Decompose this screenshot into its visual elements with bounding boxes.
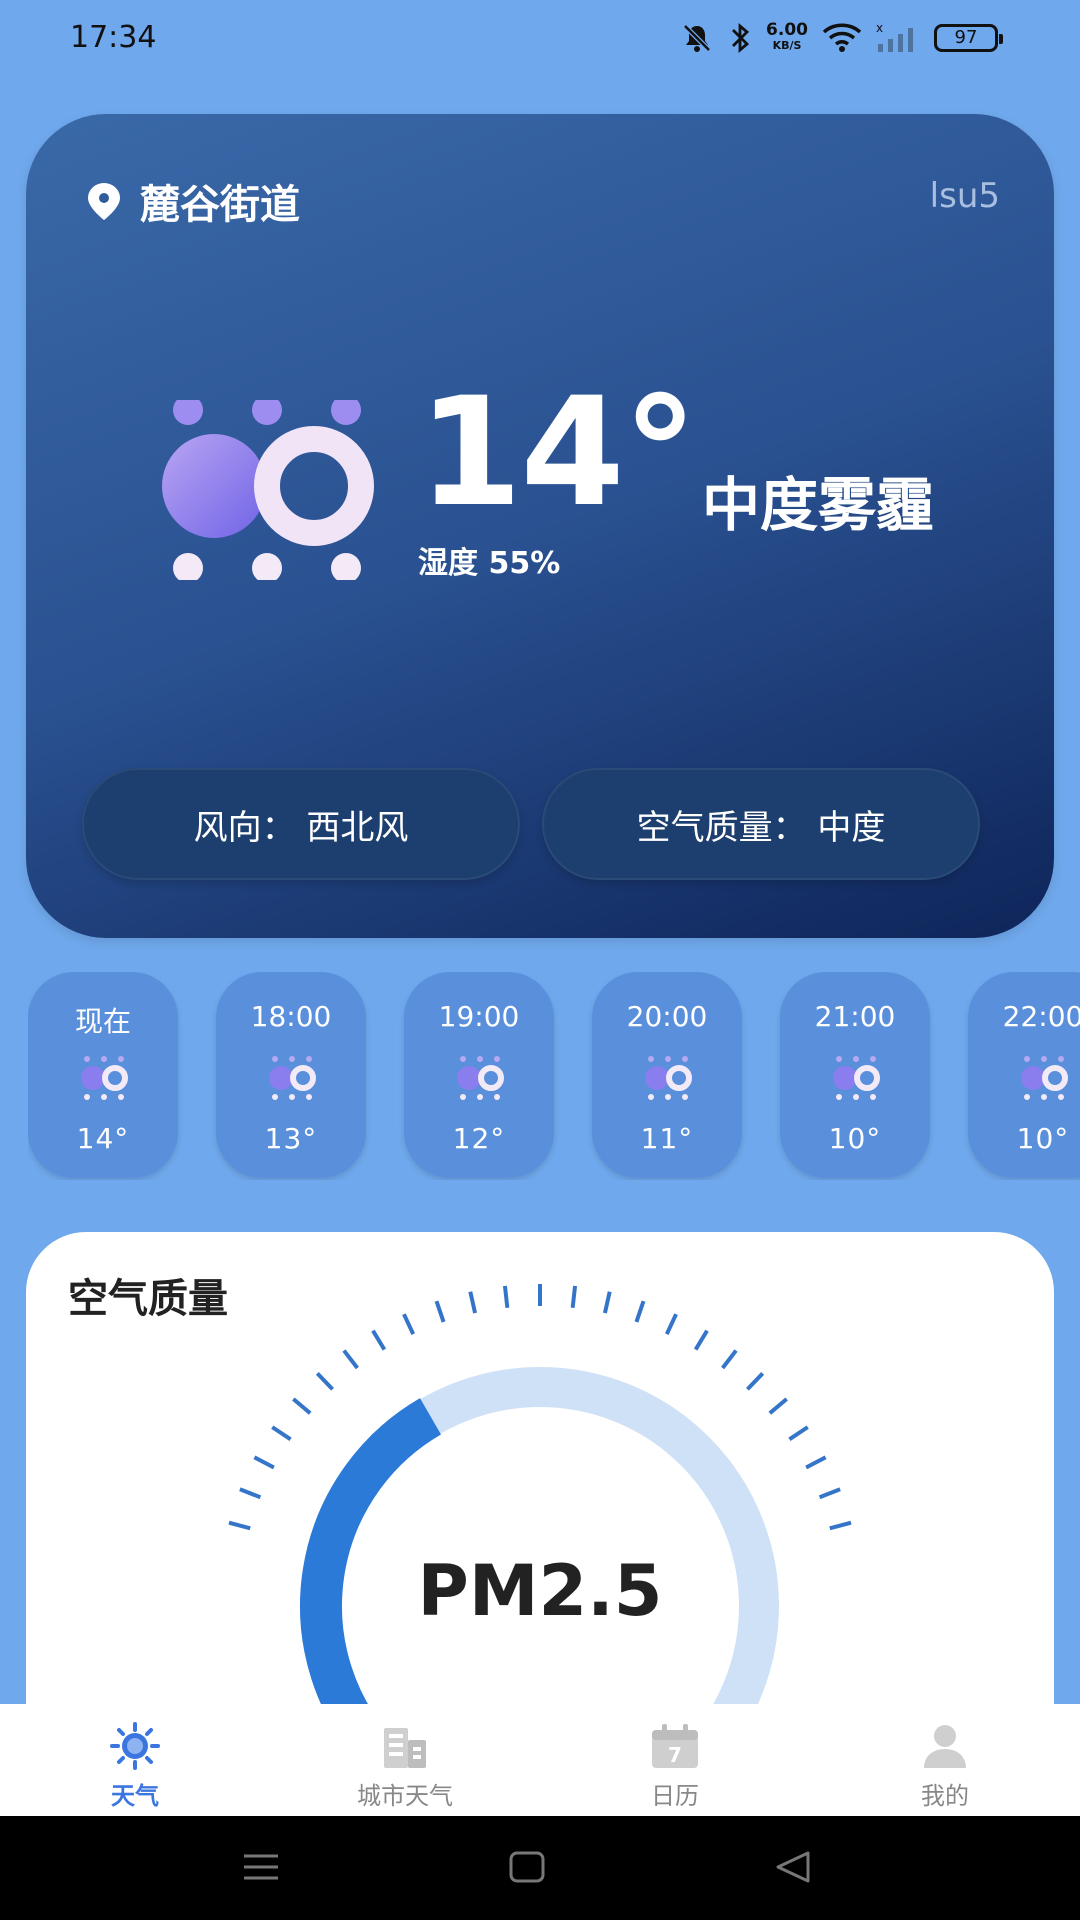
user-icon [924, 1725, 966, 1768]
gauge-tick [818, 1487, 841, 1500]
svg-text:x: x [876, 22, 883, 35]
air-quality-pill: 空气质量： 中度 [542, 768, 980, 880]
gauge-tick [664, 1313, 678, 1335]
haze-weather-icon [1021, 1056, 1068, 1100]
calendar-icon: 7 [652, 1724, 698, 1768]
gauge-tick [239, 1487, 262, 1500]
haze-weather-icon [81, 1056, 128, 1100]
haze-weather-icon [645, 1056, 692, 1100]
net-speed: 6.00 KB/S [766, 22, 808, 54]
gauge-tick [342, 1349, 359, 1370]
haze-weather-icon [457, 1056, 504, 1100]
gauge-tick [315, 1372, 334, 1391]
sun-icon [110, 1722, 160, 1770]
hour-temperature: 10° [828, 1122, 882, 1155]
hour-time: 现在 [74, 1005, 131, 1038]
cellular-signal-icon: x [876, 22, 913, 52]
hour-temperature: 14° [76, 1122, 130, 1155]
building-icon [384, 1728, 426, 1768]
pm25-gauge [228, 1284, 852, 1712]
wind-direction-pill: 风向： 西北风 [82, 768, 520, 880]
gauge-tick [829, 1520, 852, 1531]
current-weather-card: 麓谷街道 lsu5 14° 中度雾霾 湿度 55% 风向： 西北风 空气质量： … [26, 114, 1054, 938]
pm25-label: PM2.5 [417, 1550, 663, 1632]
hour-time: 20:00 [626, 1000, 708, 1033]
hourly-forecast[interactable]: 现在 14° 18:00 13° 19:00 12° 20:00 11° 21:… [28, 972, 1080, 1180]
hour-temperature: 10° [1016, 1122, 1070, 1155]
humidity: 湿度 55% [418, 546, 561, 581]
hour-time: 19:00 [438, 1000, 520, 1033]
gauge-tick [292, 1397, 312, 1415]
gauge-tick [434, 1300, 446, 1323]
tab-label: 我的 [921, 1782, 969, 1810]
hour-card[interactable]: 现在 14° [28, 972, 178, 1178]
status-bar: 17:34 6.00 KB/S x 97 [0, 0, 1080, 80]
net-speed-unit: KB/S [772, 39, 802, 52]
battery-icon: 97 [934, 24, 1003, 52]
location-name: 麓谷街道 [140, 182, 300, 228]
gauge-tick [721, 1349, 738, 1370]
back-icon[interactable] [774, 1850, 812, 1884]
gauge-tick [468, 1291, 478, 1314]
hour-temperature: 11° [640, 1122, 694, 1155]
card-corner-tag: lsu5 [929, 176, 1000, 216]
gauge-tick [402, 1313, 416, 1335]
hour-card[interactable]: 22:00 10° [968, 972, 1080, 1178]
gauge-tick [768, 1397, 788, 1415]
tab-profile[interactable]: 我的 [810, 1704, 1080, 1816]
tab-calendar[interactable]: 7 日历 [540, 1704, 810, 1816]
system-nav-bar [0, 1816, 1080, 1920]
status-time: 17:34 [70, 20, 157, 55]
gauge-tick [693, 1329, 709, 1351]
hour-card[interactable]: 19:00 12° [404, 972, 554, 1178]
gauge-tick [253, 1455, 275, 1470]
gauge-tick [570, 1285, 578, 1309]
weather-condition: 中度雾霾 [702, 471, 935, 539]
gauge-tick [502, 1285, 510, 1309]
hour-time: 22:00 [1002, 1000, 1080, 1033]
hour-temperature: 13° [264, 1122, 318, 1155]
tab-label: 城市天气 [357, 1782, 453, 1810]
hour-time: 18:00 [250, 1000, 332, 1033]
hour-card[interactable]: 21:00 10° [780, 972, 930, 1178]
gauge-tick [805, 1455, 827, 1470]
gauge-tick [634, 1300, 646, 1323]
bottom-tab-bar: 天气 城市天气 7 日历 我的 [0, 1704, 1080, 1816]
tab-label: 天气 [111, 1782, 159, 1810]
location[interactable]: 麓谷街道 [82, 172, 300, 230]
haze-weather-icon [833, 1056, 880, 1100]
hour-time: 21:00 [814, 1000, 896, 1033]
mute-bell-icon [683, 24, 711, 52]
gauge-tick [371, 1329, 387, 1351]
hour-temperature: 12° [452, 1122, 506, 1155]
menu-icon[interactable] [242, 1850, 280, 1884]
gauge-tick [746, 1372, 765, 1391]
tab-weather[interactable]: 天气 [0, 1704, 270, 1816]
haze-weather-icon [162, 400, 374, 580]
current-temperature: 14° [418, 366, 698, 540]
gauge-tick [271, 1425, 292, 1441]
hour-card[interactable]: 18:00 13° [216, 972, 366, 1178]
gauge-tick [788, 1425, 809, 1441]
wifi-icon [822, 23, 862, 52]
location-pin-icon [88, 183, 120, 220]
bluetooth-icon [732, 22, 750, 54]
status-icons: 6.00 KB/S x 97 [680, 18, 1003, 58]
net-speed-value: 6.00 [766, 20, 808, 40]
tab-label: 日历 [651, 1782, 699, 1810]
haze-weather-icon [269, 1056, 316, 1100]
svg-text:7: 7 [668, 1743, 682, 1767]
home-icon[interactable] [508, 1850, 546, 1884]
tab-city-weather[interactable]: 城市天气 [270, 1704, 540, 1816]
gauge-tick [602, 1291, 612, 1314]
gauge-tick [228, 1520, 251, 1531]
hour-card[interactable]: 20:00 11° [592, 972, 742, 1178]
